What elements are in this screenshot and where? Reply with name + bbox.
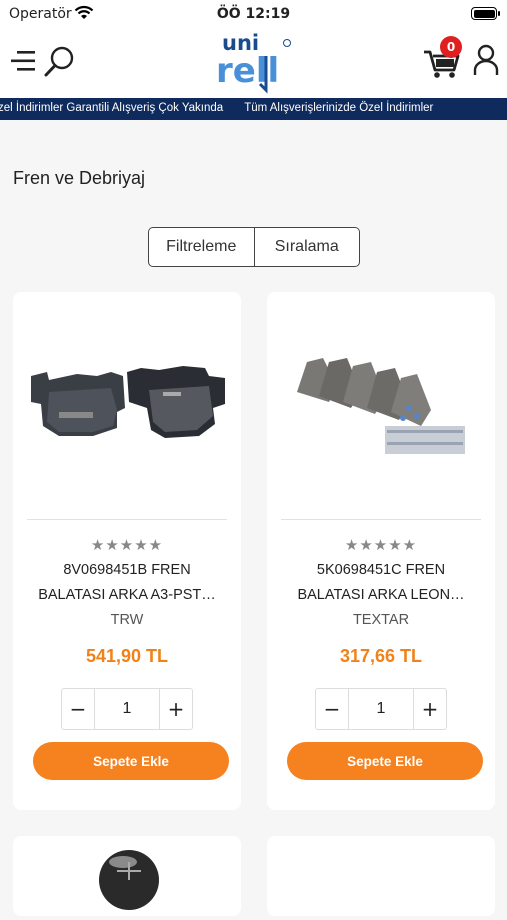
product-name[interactable]: 8V0698451B FREN BALATASI ARKA A3-PST…	[29, 558, 225, 608]
add-to-cart-button[interactable]: Sepete Ekle	[33, 742, 229, 780]
menu-icon[interactable]	[11, 49, 37, 73]
marquee-item: Tüm Alışverişlerinizde Özel İndirimler	[244, 102, 434, 114]
increase-button[interactable]: +	[160, 689, 192, 729]
page-title: Fren ve Debriyaj	[13, 168, 146, 188]
quantity-stepper: − 1 +	[61, 688, 193, 730]
decrease-button[interactable]: −	[62, 689, 94, 729]
filter-sort-group: Filtreleme Sıralama	[148, 227, 360, 267]
product-name-line: BALATASI ARKA LEON…	[297, 587, 465, 603]
product-brand: TEXTAR	[352, 612, 410, 628]
quantity-value[interactable]: 1	[348, 689, 414, 729]
product-image[interactable]	[267, 292, 495, 517]
divider	[281, 519, 481, 520]
clock: ÖÖ 12:19	[216, 6, 291, 22]
marquee-item: zel İndirimler Garantili Alışveriş Çok Y…	[0, 102, 224, 114]
product-price: 541,90 TL	[85, 646, 169, 666]
product-card[interactable]: ★★★★★ 8V0698451B FREN BALATASI ARKA A3-P…	[13, 292, 241, 810]
rating-stars: ★★★★★	[90, 536, 164, 554]
product-card[interactable]	[13, 836, 241, 916]
rating-stars: ★★★★★	[344, 536, 418, 554]
sort-button[interactable]: Sıralama	[253, 228, 360, 266]
battery-icon	[471, 7, 500, 20]
brand-logo[interactable]: uni rell	[216, 30, 296, 96]
product-image[interactable]	[13, 836, 241, 916]
product-name-line: 8V0698451B FREN	[63, 562, 191, 578]
product-name-line: BALATASI ARKA A3-PST…	[38, 587, 216, 603]
announcement-marquee: zel İndirimler Garantili Alışveriş Çok Y…	[0, 98, 507, 120]
product-brand: TRW	[110, 612, 144, 628]
app-header: uni rell 0	[0, 28, 507, 98]
add-to-cart-button[interactable]: Sepete Ekle	[287, 742, 483, 780]
svg-text:rell: rell	[216, 51, 279, 91]
quantity-value[interactable]: 1	[94, 689, 160, 729]
filter-button[interactable]: Filtreleme	[149, 228, 254, 266]
product-price: 317,66 TL	[339, 646, 423, 666]
decrease-button[interactable]: −	[316, 689, 348, 729]
user-icon[interactable]	[473, 44, 499, 80]
cart-count-badge: 0	[440, 36, 462, 58]
quantity-stepper: − 1 +	[315, 688, 447, 730]
increase-button[interactable]: +	[414, 689, 446, 729]
status-bar: Operatör ÖÖ 12:19	[0, 0, 507, 28]
product-name-line: 5K0698451C FREN	[316, 562, 446, 578]
product-image[interactable]	[13, 292, 241, 517]
search-icon[interactable]	[44, 45, 76, 83]
divider	[27, 519, 227, 520]
product-card[interactable]	[267, 836, 495, 916]
product-card[interactable]: ★★★★★ 5K0698451C FREN BALATASI ARKA LEON…	[267, 292, 495, 810]
product-name[interactable]: 5K0698451C FREN BALATASI ARKA LEON…	[283, 558, 479, 608]
